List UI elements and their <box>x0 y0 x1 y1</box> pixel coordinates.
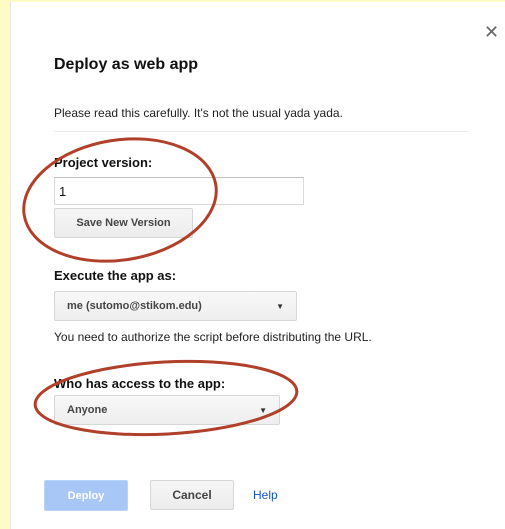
divider <box>54 131 468 132</box>
close-icon[interactable]: ✕ <box>484 23 499 41</box>
chevron-down-icon: ▼ <box>276 301 284 311</box>
execute-as-select[interactable]: me (sutomo@stikom.edu) ▼ <box>54 291 297 321</box>
authorize-note: You need to authorize the script before … <box>54 330 372 344</box>
project-version-input[interactable]: 1 <box>54 177 304 205</box>
cancel-button[interactable]: Cancel <box>150 480 234 510</box>
save-new-version-button[interactable]: Save New Version <box>54 208 193 238</box>
help-link[interactable]: Help <box>253 488 278 502</box>
dialog-title: Deploy as web app <box>54 56 199 73</box>
access-select[interactable]: Anyone ▼ <box>54 395 280 425</box>
access-value: Anyone <box>67 404 108 416</box>
project-version-label: Project version: <box>54 155 153 170</box>
execute-as-label: Execute the app as: <box>54 268 177 283</box>
deploy-dialog <box>10 2 505 529</box>
access-label: Who has access to the app: <box>54 376 226 391</box>
execute-as-value: me (sutomo@stikom.edu) <box>67 300 202 312</box>
deploy-button[interactable]: Deploy <box>44 480 128 511</box>
intro-text: Please read this carefully. It's not the… <box>54 106 343 120</box>
chevron-down-icon: ▼ <box>259 405 267 415</box>
